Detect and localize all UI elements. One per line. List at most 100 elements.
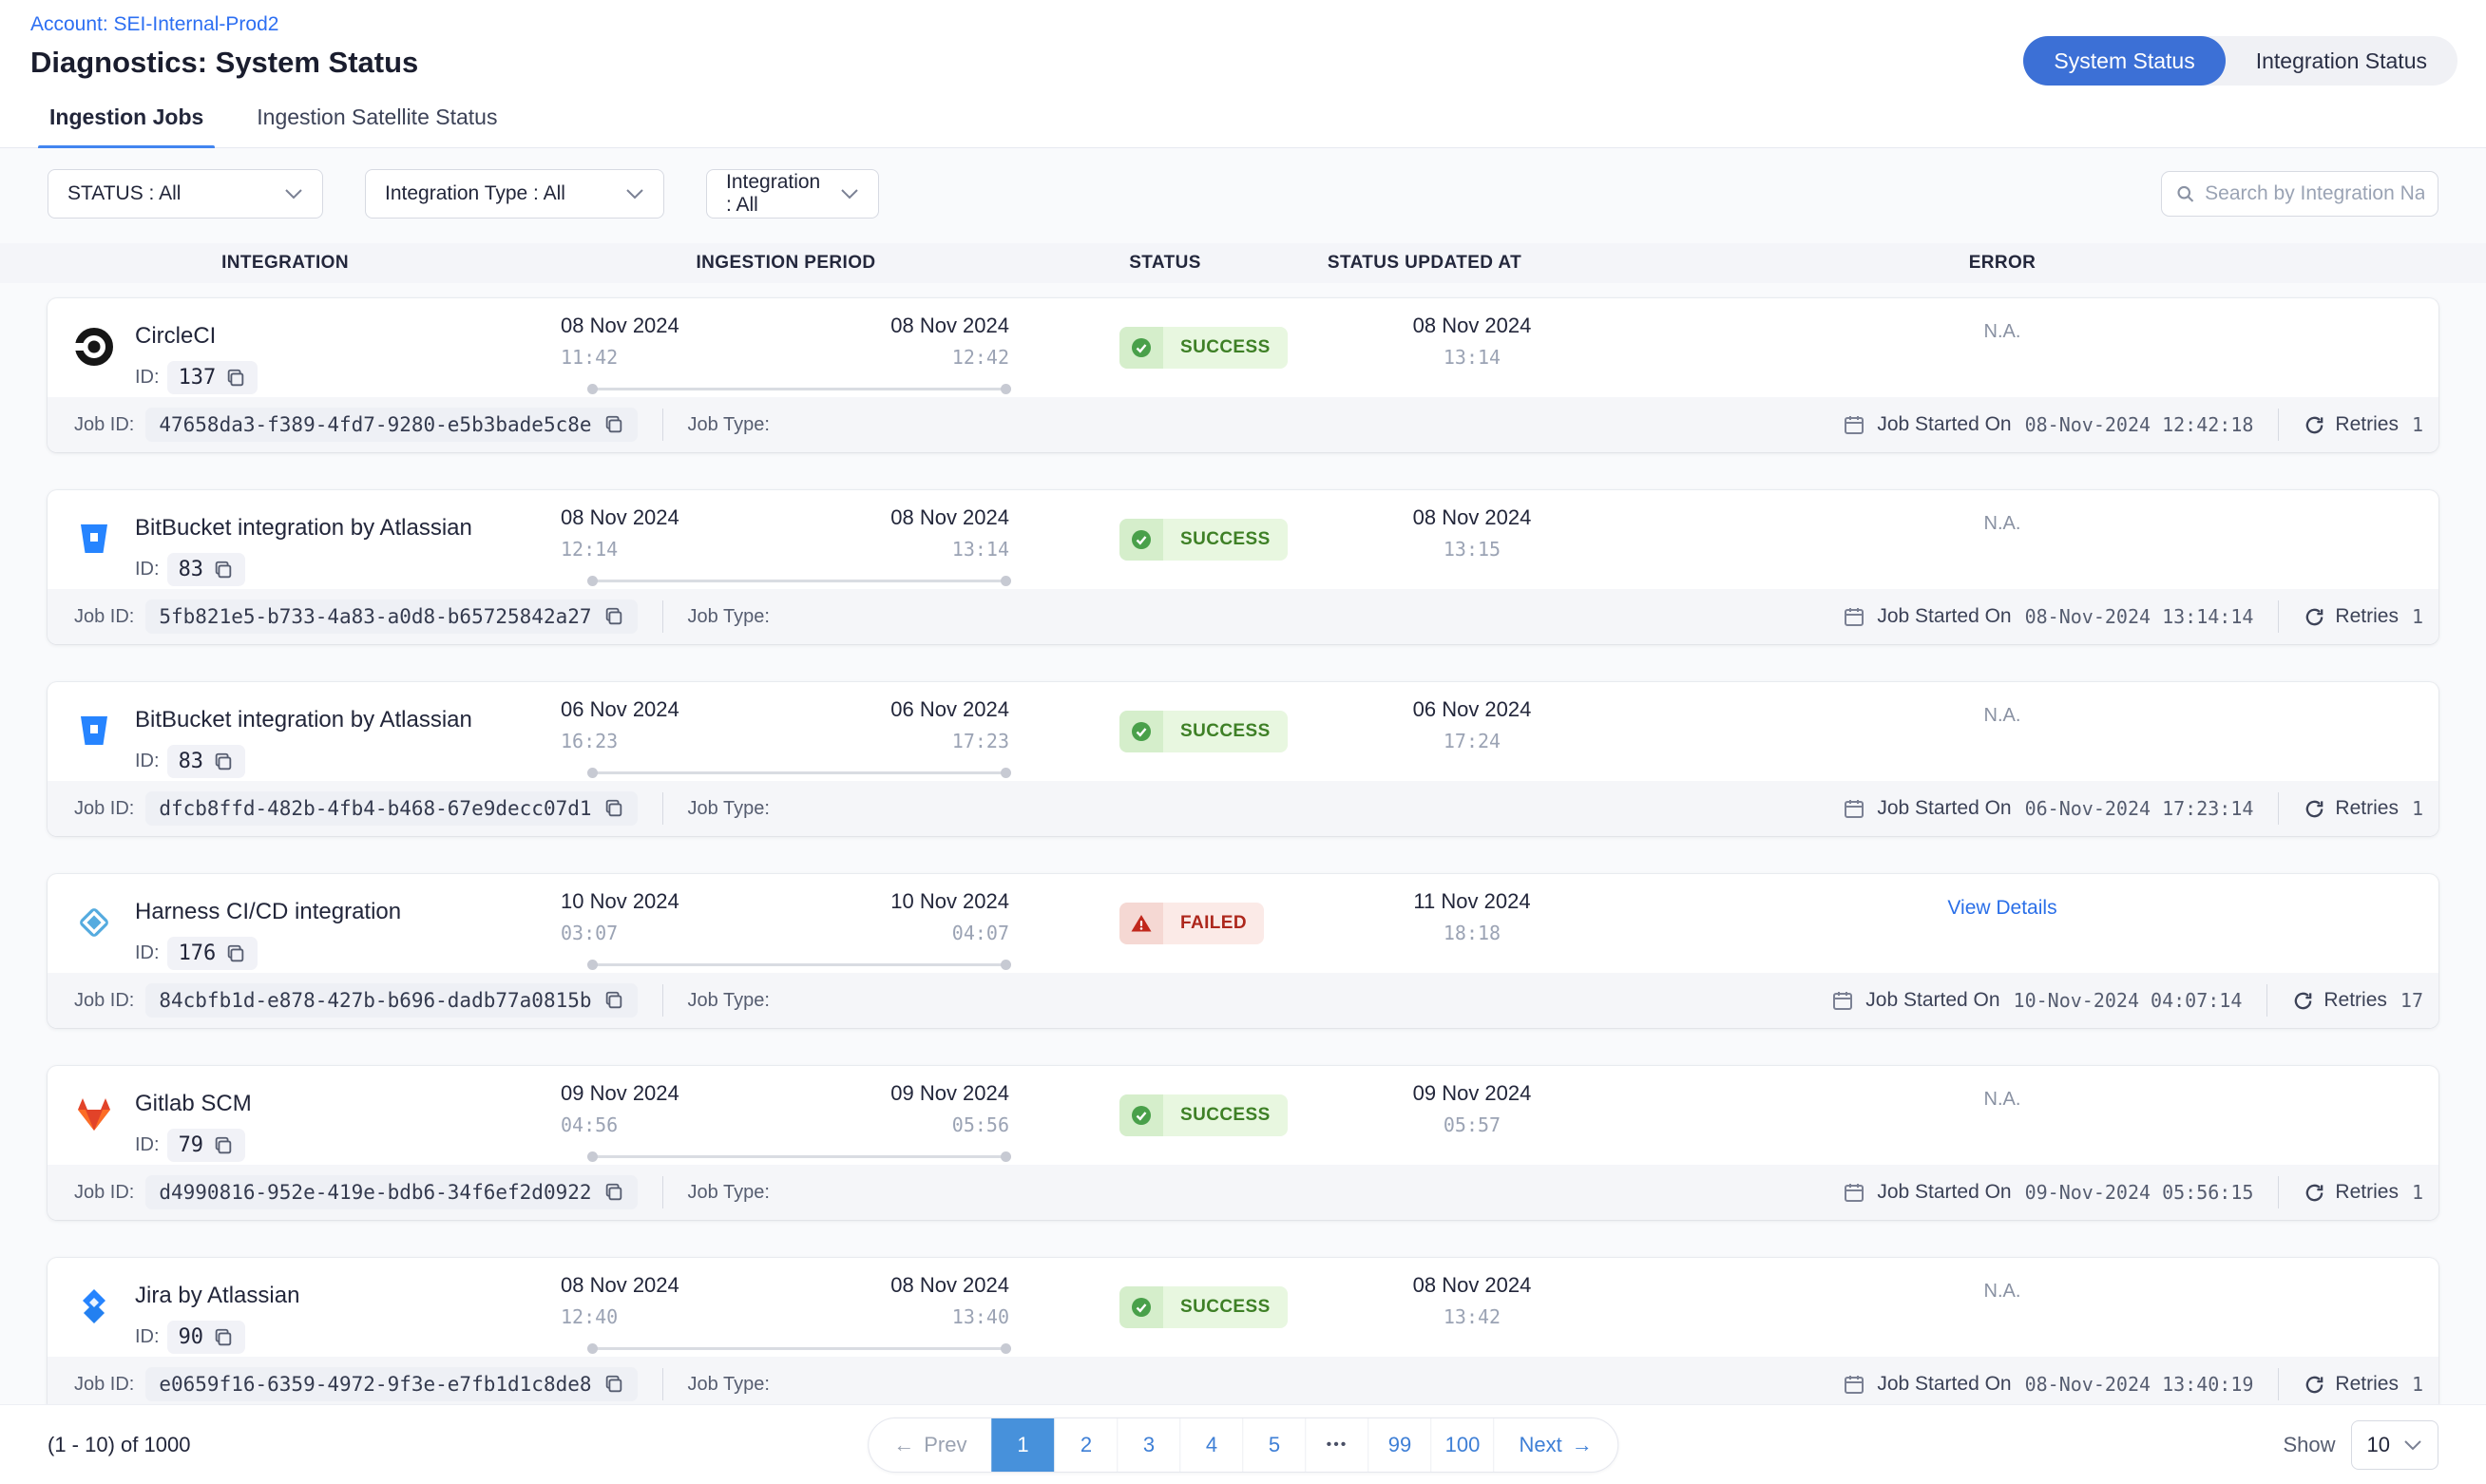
row-main: Jira by Atlassian ID: 90 08 Nov 2024 12:…	[48, 1258, 2438, 1357]
copy-icon[interactable]	[603, 1182, 624, 1203]
status-badge: SUCCESS	[1119, 1286, 1288, 1328]
copy-icon[interactable]	[603, 1374, 624, 1395]
integration-name: Harness CI/CD integration	[135, 899, 401, 925]
copy-icon[interactable]	[225, 943, 246, 964]
error-cell: N.A.	[1884, 705, 2121, 727]
retries-value: 17	[2400, 989, 2423, 1012]
error-cell: N.A.	[1884, 513, 2121, 535]
ingestion-period-timeline	[587, 768, 1011, 778]
search-input[interactable]	[2205, 182, 2424, 205]
prev-page-button[interactable]: ← Prev	[869, 1417, 991, 1473]
divider	[662, 1368, 663, 1400]
integration-id-row: ID: 90	[135, 1321, 245, 1354]
filter-bar: STATUS : All Integration Type : All Inte…	[0, 148, 2486, 219]
copy-icon[interactable]	[603, 990, 624, 1011]
status-badge: SUCCESS	[1119, 711, 1288, 752]
job-id-label: Job ID:	[74, 1182, 134, 1204]
status-filter-dropdown[interactable]: STATUS : All	[48, 169, 323, 219]
row-main: BitBucket integration by Atlassian ID: 8…	[48, 490, 2438, 589]
status-badge: SUCCESS	[1119, 327, 1288, 369]
status-updated-cell: 06 Nov 2024 17:24	[1329, 697, 1615, 752]
tab-ingestion-jobs[interactable]: Ingestion Jobs	[49, 89, 203, 147]
integration-id-value: 137	[179, 366, 217, 390]
ingestion-period-start: 08 Nov 2024 12:40	[561, 1273, 679, 1328]
timeline-line	[591, 1155, 1007, 1158]
status-icon	[1119, 1094, 1163, 1136]
job-meta-group: Job Started On 10-Nov-2024 04:07:14 Retr…	[1831, 984, 2423, 1017]
status-toggle-group: System Status Integration Status	[2023, 36, 2457, 86]
show-label: Show	[2283, 1433, 2335, 1457]
copy-icon[interactable]	[603, 414, 624, 435]
job-id-value: 84cbfb1d-e878-427b-b696-dadb77a0815b	[159, 989, 591, 1012]
status-updated-cell: 08 Nov 2024 13:15	[1329, 505, 1615, 561]
page-button[interactable]: 99	[1368, 1417, 1431, 1473]
integration-type-filter-dropdown[interactable]: Integration Type : All	[365, 169, 664, 219]
copy-icon[interactable]	[225, 368, 246, 389]
page-size-group: Show 10	[2283, 1420, 2438, 1470]
period-end-date: 10 Nov 2024	[838, 889, 1009, 914]
timeline-line	[591, 388, 1007, 390]
next-page-button[interactable]: Next →	[1494, 1417, 1617, 1473]
status-updated-cell: 09 Nov 2024 05:57	[1329, 1081, 1615, 1136]
integration-id-chip: 79	[167, 1129, 246, 1162]
calendar-icon	[1843, 413, 1865, 436]
divider	[662, 600, 663, 633]
search-box	[2161, 171, 2438, 217]
status-icon	[1119, 711, 1163, 752]
integration-type-filter-label: Integration Type : All	[385, 182, 565, 205]
timeline-start-dot	[587, 768, 598, 778]
integration-id-row: ID: 176	[135, 937, 258, 970]
page-button[interactable]: 5	[1243, 1417, 1306, 1473]
copy-icon[interactable]	[603, 606, 624, 627]
integration-status-toggle[interactable]: Integration Status	[2226, 36, 2457, 86]
column-header-status-updated-at: STATUS UPDATED AT	[1282, 243, 1567, 283]
integration-id-value: 90	[179, 1325, 204, 1349]
main-content: STATUS : All Integration Type : All Inte…	[0, 148, 2486, 1463]
table-row: Gitlab SCM ID: 79 09 Nov 2024 04:56 09 N…	[48, 1066, 2438, 1220]
page-size-select[interactable]: 10	[2351, 1420, 2438, 1470]
account-breadcrumb-link[interactable]: Account: SEI-Internal-Prod2	[30, 13, 278, 36]
page-button[interactable]: 2	[1055, 1417, 1118, 1473]
ingestion-period-timeline	[587, 576, 1011, 586]
page-button-active[interactable]: 1	[992, 1417, 1055, 1473]
copy-icon[interactable]	[603, 798, 624, 819]
retries-icon	[2304, 1182, 2325, 1204]
table-row: BitBucket integration by Atlassian ID: 8…	[48, 490, 2438, 644]
divider	[662, 792, 663, 825]
integration-filter-dropdown[interactable]: Integration : All	[706, 169, 879, 219]
table-row: CircleCI ID: 137 08 Nov 2024 11:42 08 No…	[48, 298, 2438, 452]
job-started-on-label: Job Started On	[1877, 1181, 2011, 1204]
integration-id-value: 176	[179, 942, 217, 965]
integration-id-value: 79	[179, 1133, 204, 1157]
page-button[interactable]: 100	[1431, 1417, 1494, 1473]
timeline-line	[591, 580, 1007, 582]
timeline-line	[591, 1347, 1007, 1350]
retries-icon	[2304, 798, 2325, 820]
job-started-on-value: 08-Nov-2024 12:42:18	[2025, 413, 2254, 436]
integration-logo-icon	[74, 1094, 114, 1134]
table-row: Jira by Atlassian ID: 90 08 Nov 2024 12:…	[48, 1258, 2438, 1412]
view-details-link[interactable]: View Details	[1884, 897, 2121, 920]
tab-ingestion-satellite-status[interactable]: Ingestion Satellite Status	[257, 89, 497, 147]
chevron-down-icon	[284, 188, 303, 200]
status-updated-date: 06 Nov 2024	[1329, 697, 1615, 722]
ingestion-period-end: 09 Nov 2024 05:56	[838, 1081, 1009, 1136]
retries-value: 1	[2412, 413, 2423, 436]
period-end-time: 05:56	[838, 1113, 1009, 1136]
system-status-toggle[interactable]: System Status	[2023, 36, 2225, 86]
period-start-time: 11:42	[561, 346, 679, 369]
integration-id-row: ID: 83	[135, 745, 245, 778]
integration-logo-icon	[74, 1286, 114, 1326]
ingestion-period-end: 08 Nov 2024 12:42	[838, 314, 1009, 369]
status-label: SUCCESS	[1163, 1094, 1288, 1136]
row-main: BitBucket integration by Atlassian ID: 8…	[48, 682, 2438, 781]
copy-icon[interactable]	[213, 752, 234, 772]
copy-icon[interactable]	[213, 1135, 234, 1156]
status-label: SUCCESS	[1163, 327, 1288, 369]
copy-icon[interactable]	[213, 560, 234, 580]
copy-icon[interactable]	[213, 1327, 234, 1348]
chevron-down-icon	[2403, 1439, 2422, 1451]
page-button[interactable]: 4	[1180, 1417, 1243, 1473]
page-button[interactable]: 3	[1118, 1417, 1180, 1473]
status-badge: SUCCESS	[1119, 1094, 1288, 1136]
